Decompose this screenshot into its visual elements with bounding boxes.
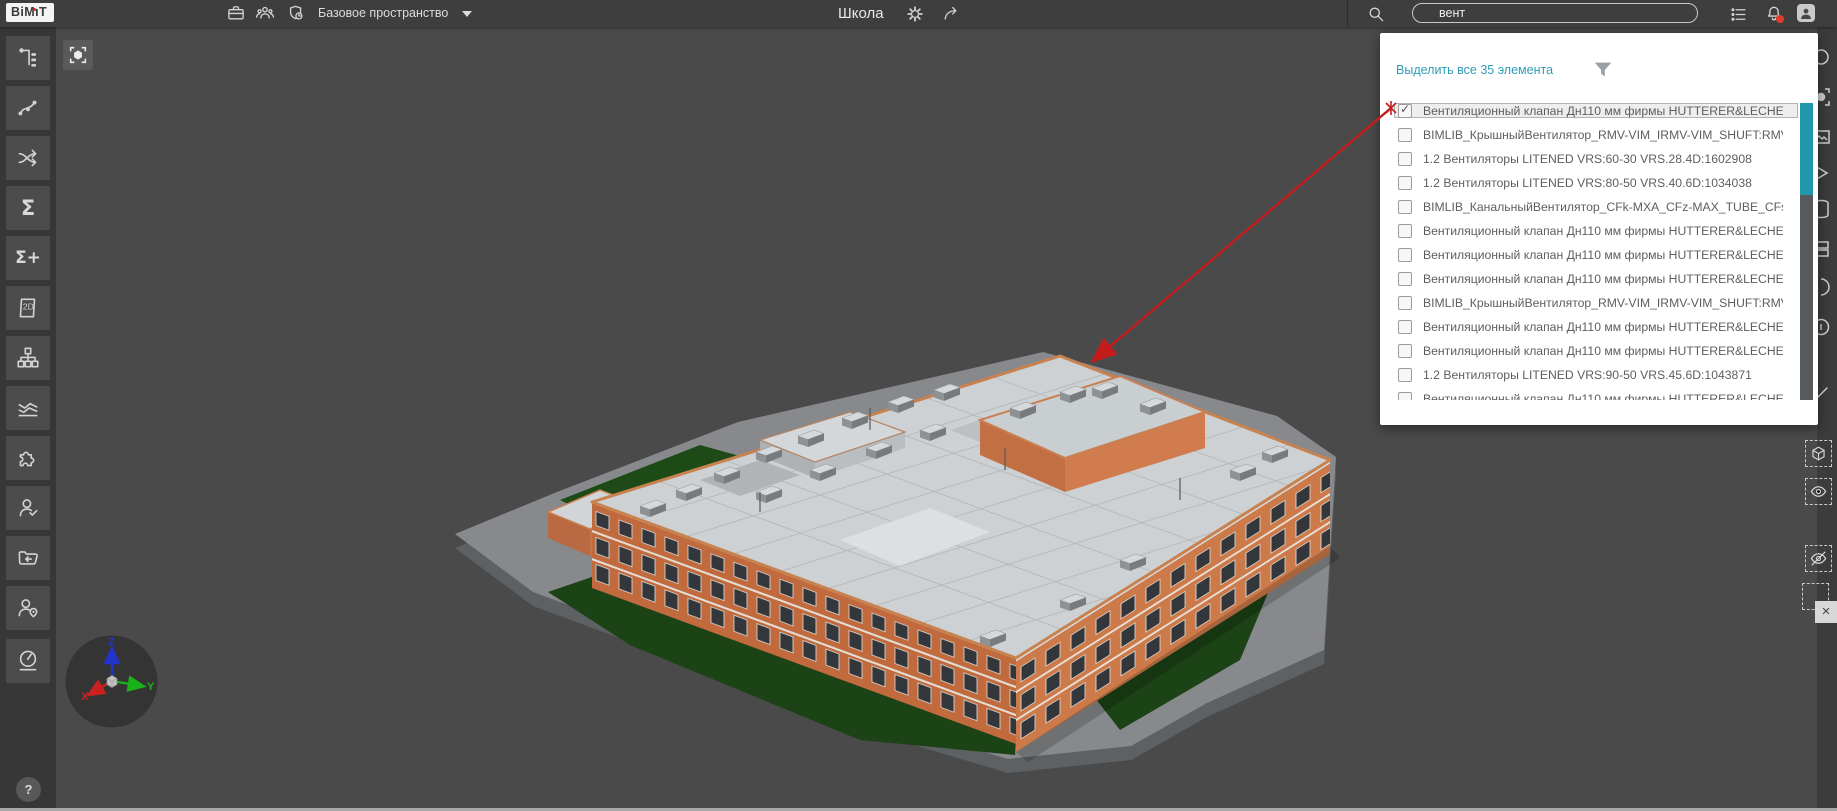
result-item[interactable]: Вентиляционный клапан Дн110 мм фирмы HUT…: [1394, 223, 1798, 238]
topbar-divider: [1347, 0, 1348, 27]
avatar-icon[interactable]: [1797, 4, 1815, 22]
structure-icon[interactable]: [6, 336, 50, 380]
result-item-label: 1.2 Вентиляторы LITENED VRS:60-30 VRS.28…: [1423, 152, 1752, 166]
cube-icon: [1809, 444, 1828, 463]
measure-nodes-icon[interactable]: [6, 86, 50, 130]
sum-add-icon[interactable]: Σ+: [6, 236, 50, 280]
search-results-panel: Выделить все 35 элемента Вентиляционный …: [1380, 33, 1818, 425]
axis-z-label: Z: [108, 636, 115, 648]
checkbox[interactable]: [1398, 200, 1412, 214]
result-item-label: BIMLIB_КрышныйВентилятор_RMV-VIM_IRMV-VI…: [1423, 296, 1783, 310]
dashboard-icon[interactable]: [6, 639, 50, 683]
result-item-label: Вентиляционный клапан Дн110 мм фирмы HUT…: [1423, 344, 1783, 358]
team-icon[interactable]: [255, 3, 275, 23]
result-item[interactable]: BIMLIB_КрышныйВентилятор_RMV-VIM_IRMV-VI…: [1394, 295, 1798, 310]
bell-icon[interactable]: [1764, 4, 1784, 24]
hide-elements-button[interactable]: [1805, 545, 1832, 572]
result-item-label: Вентиляционный клапан Дн110 мм фирмы HUT…: [1423, 392, 1783, 401]
fit-to-view-button[interactable]: [63, 40, 93, 70]
result-item[interactable]: 1.2 Вентиляторы LITENED VRS:90-50 VRS.45…: [1394, 367, 1798, 382]
svg-text:2D: 2D: [23, 302, 34, 312]
shuffle-icon[interactable]: [6, 136, 50, 180]
checkbox[interactable]: [1398, 104, 1412, 118]
eye-icon: [1809, 482, 1828, 501]
result-item-label: Вентиляционный клапан Дн110 мм фирмы HUT…: [1423, 320, 1783, 334]
filter-icon[interactable]: [1592, 59, 1614, 81]
shield-clock-icon[interactable]: [286, 3, 306, 23]
show-elements-button[interactable]: [1805, 478, 1832, 505]
eye-off-icon: [1809, 549, 1828, 568]
model-tree-icon[interactable]: [6, 36, 50, 80]
search-results-list: Вентиляционный клапан Дн110 мм фирмы HUT…: [1394, 103, 1798, 400]
result-item-label: Вентиляционный клапан Дн110 мм фирмы HUT…: [1423, 272, 1783, 286]
result-item-label: 1.2 Вентиляторы LITENED VRS:80-50 VRS.40…: [1423, 176, 1752, 190]
user-location-icon[interactable]: [6, 586, 50, 630]
2d-view-icon[interactable]: 2D: [6, 286, 50, 330]
result-item[interactable]: 1.2 Вентиляторы LITENED VRS:60-30 VRS.28…: [1394, 151, 1798, 166]
folder-share-icon[interactable]: [6, 536, 50, 580]
result-item-label: Вентиляционный клапан Дн110 мм фирмы HUT…: [1423, 224, 1783, 238]
logo-red-dot: [33, 8, 36, 11]
results-scrollbar[interactable]: [1800, 103, 1813, 400]
navigation-gizmo[interactable]: Z Y X: [64, 634, 159, 729]
result-item-label: 1.2 Вентиляторы LITENED VRS:90-50 VRS.45…: [1423, 368, 1752, 382]
result-item-label: Вентиляционный клапан Дн110 мм фирмы HUT…: [1423, 248, 1783, 262]
result-item[interactable]: Вентиляционный клапан Дн110 мм фирмы HUT…: [1394, 391, 1798, 400]
project-title: Школа: [838, 0, 884, 27]
result-item[interactable]: Вентиляционный клапан Дн110 мм фирмы HUT…: [1394, 319, 1798, 334]
app-logo[interactable]: BiMıT: [6, 3, 54, 22]
gear-icon[interactable]: [906, 5, 924, 23]
list-icon[interactable]: [1729, 5, 1748, 24]
checkbox[interactable]: [1398, 152, 1412, 166]
checkbox[interactable]: [1398, 224, 1412, 238]
checkbox[interactable]: [1398, 296, 1412, 310]
close-button[interactable]: ×: [1815, 601, 1837, 623]
isolate-selection-button[interactable]: [1805, 440, 1832, 467]
workspace-dropdown[interactable]: Базовое пространство: [318, 0, 448, 27]
checkbox[interactable]: [1398, 368, 1412, 382]
checkbox[interactable]: [1398, 128, 1412, 142]
checkbox[interactable]: [1398, 344, 1412, 358]
result-item[interactable]: Вентиляционный клапан Дн110 мм фирмы HUT…: [1394, 103, 1798, 118]
result-item-label: Вентиляционный клапан Дн110 мм фирмы HUT…: [1423, 104, 1783, 118]
result-item[interactable]: BIMLIB_КрышныйВентилятор_RMV-VIM_IRMV-VI…: [1394, 127, 1798, 142]
checkbox[interactable]: [1398, 272, 1412, 286]
search-input[interactable]: [1412, 3, 1698, 23]
search-icon[interactable]: [1366, 4, 1386, 24]
school-building-model[interactable]: [548, 356, 1437, 762]
bimit-app: BiMıT Базовое пространство Школа: [0, 0, 1837, 811]
chevron-down-icon[interactable]: [462, 11, 472, 17]
result-item[interactable]: Вентиляционный клапан Дн110 мм фирмы HUT…: [1394, 343, 1798, 358]
briefcase-icon[interactable]: [226, 3, 246, 23]
focus-frame-icon: [67, 44, 89, 66]
result-item-label: BIMLIB_КанальныйВентилятор_CFk-MXA_CFz-M…: [1423, 200, 1783, 214]
checkbox[interactable]: [1398, 392, 1412, 401]
result-item[interactable]: Вентиляционный клапан Дн110 мм фирмы HUT…: [1394, 247, 1798, 262]
result-item[interactable]: Вентиляционный клапан Дн110 мм фирмы HUT…: [1394, 271, 1798, 286]
plugins-icon[interactable]: [6, 436, 50, 480]
select-all-link[interactable]: Выделить все 35 элемента: [1396, 63, 1553, 77]
notification-badge: [1776, 15, 1784, 23]
checkbox[interactable]: [1398, 176, 1412, 190]
sum-icon[interactable]: Σ: [6, 186, 50, 230]
checkbox[interactable]: [1398, 248, 1412, 262]
axis-y-label: Y: [147, 681, 155, 693]
topbar: BiMıT Базовое пространство Школа: [0, 0, 1837, 27]
left-toolbar: Σ Σ+ 2D: [0, 27, 56, 811]
user-check-icon[interactable]: [6, 486, 50, 530]
result-item[interactable]: 1.2 Вентиляторы LITENED VRS:80-50 VRS.40…: [1394, 175, 1798, 190]
help-button[interactable]: ?: [16, 777, 41, 802]
charts-icon[interactable]: [6, 386, 50, 430]
result-item-label: BIMLIB_КрышныйВентилятор_RMV-VIM_IRMV-VI…: [1423, 128, 1783, 142]
share-icon[interactable]: [942, 4, 961, 23]
axis-x-label: X: [81, 691, 89, 703]
result-item[interactable]: BIMLIB_КанальныйВентилятор_CFk-MXA_CFz-M…: [1394, 199, 1798, 214]
scrollbar-thumb[interactable]: [1800, 103, 1813, 195]
checkbox[interactable]: [1398, 320, 1412, 334]
